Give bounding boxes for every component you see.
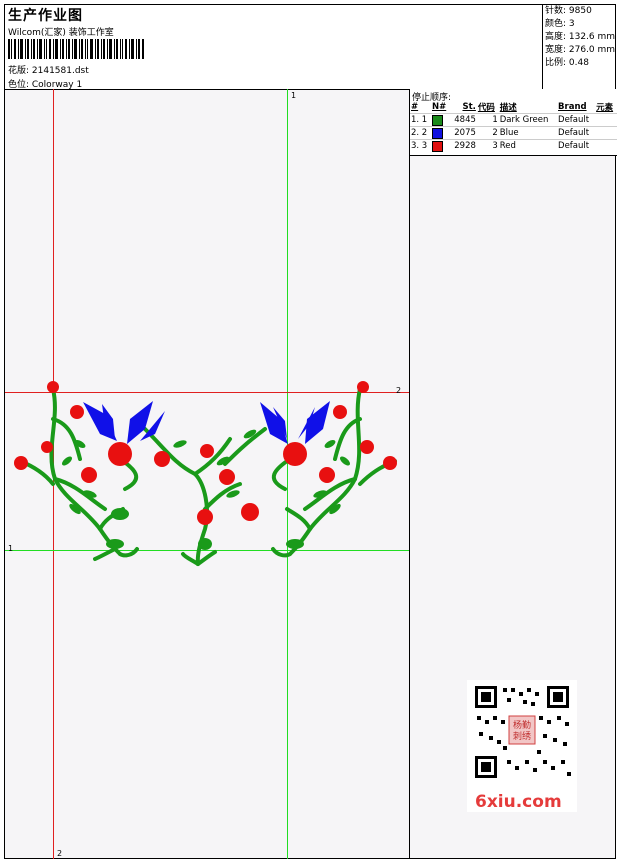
col-stitches: St.: [462, 102, 476, 112]
row-desc: Red: [498, 139, 558, 152]
row-brand: Default: [557, 113, 596, 127]
col-brand: Brand: [558, 102, 587, 112]
row-brand: Default: [557, 139, 596, 152]
legend-row: 1. 1 4845 1 Dark Green Default: [410, 113, 617, 127]
col-index: #: [411, 102, 419, 112]
row-code: 3: [476, 139, 499, 152]
row-num: 3. 3: [410, 139, 431, 152]
qr-code-image: 杨勤 刺绣: [467, 680, 577, 785]
row-code: 1: [476, 113, 499, 127]
stat-scale: 比例: 0.48: [545, 58, 589, 68]
barcode: [8, 39, 144, 59]
col-desc: 描述: [499, 103, 517, 113]
design-file: 花版: 2141581.dst: [8, 66, 89, 76]
stop-sequence-panel: 停止顺序: # N# St. 代码 描述 Brand 元素 1. 1 4845: [410, 89, 617, 156]
design-stats: 针数: 9850 颜色: 3 高度: 132.6 mm 宽度: 276.0 mm…: [542, 5, 617, 89]
sheet-header: 生产作业图 Wilcom(汇家) 装饰工作室 花版: 2141581.dst 色…: [5, 5, 615, 90]
legend-row: 2. 2 2075 2 Blue Default: [410, 126, 617, 140]
color-swatch: [430, 113, 450, 127]
row-desc: Dark Green: [498, 113, 558, 127]
row-stitches: 2075: [449, 126, 477, 140]
row-desc: Blue: [498, 126, 558, 140]
legend-header-row: # N# St. 代码 描述 Brand 元素: [410, 101, 617, 114]
row-brand: Default: [557, 126, 596, 140]
sheet-title: 生产作业图: [8, 8, 83, 24]
stop-sequence-table: # N# St. 代码 描述 Brand 元素 1. 1 4845 1 Dark…: [410, 101, 617, 152]
col-code: 代码: [477, 103, 495, 113]
legend-row: 3. 3 2928 3 Red Default: [410, 139, 617, 152]
row-stitches: 4845: [449, 113, 477, 127]
col-needle: N#: [431, 102, 447, 112]
stat-height: 高度: 132.6 mm: [545, 32, 616, 42]
row-num: 2. 2: [410, 126, 431, 140]
row-stitches: 2928: [449, 139, 477, 152]
qr-stamp: 杨勤: [513, 719, 531, 731]
watermark: 6xiu.com: [475, 792, 562, 812]
color-swatch: [430, 139, 450, 152]
qr-stamp-2: 刺绣: [513, 730, 531, 742]
embroidery-design: [14, 381, 397, 566]
row-code: 2: [476, 126, 499, 140]
stat-stitches: 针数: 9850: [545, 6, 592, 16]
stat-colors: 颜色: 3: [545, 19, 575, 29]
row-num: 1. 1: [410, 113, 431, 127]
stat-width: 宽度: 276.0 mm: [545, 45, 616, 55]
color-swatch: [430, 126, 450, 140]
design-preview: 1 2 1 2: [5, 89, 410, 859]
company-name: Wilcom(汇家) 装饰工作室: [8, 28, 114, 38]
col-element: 元素: [596, 103, 614, 113]
